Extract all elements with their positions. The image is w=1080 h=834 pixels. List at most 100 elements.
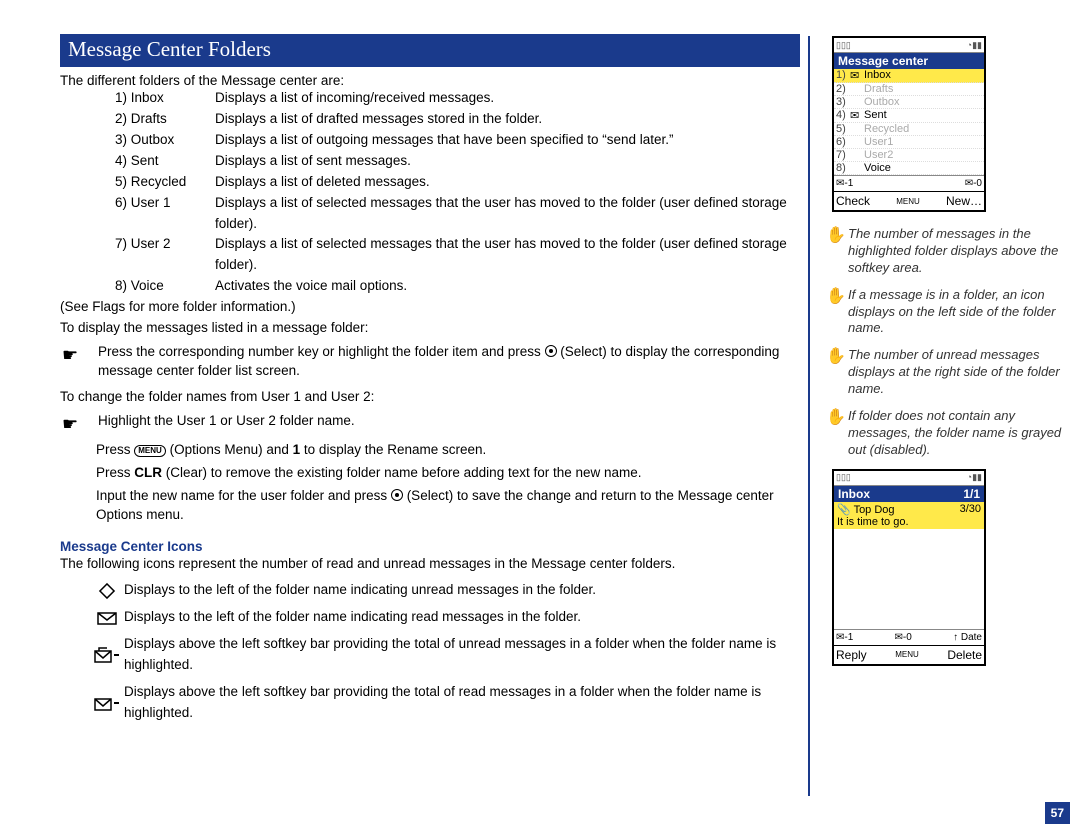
note-text: If folder does not contain any messages,… bbox=[848, 408, 1066, 459]
list-num: 1) bbox=[836, 69, 850, 82]
folder-desc: Displays a list of selected messages tha… bbox=[215, 234, 800, 276]
icon-desc: Displays above the left softkey bar prov… bbox=[124, 634, 800, 676]
step-part: Input the new name for the user folder a… bbox=[96, 488, 391, 503]
folder-desc: Displays a list of outgoing messages tha… bbox=[215, 130, 800, 151]
phone-screenshot-inbox: ▯▯▯◔▮▮ Inbox 1/1 📎 Top Dog 3/30 It is ti… bbox=[832, 469, 986, 666]
icon-desc: Displays to the left of the folder name … bbox=[124, 607, 800, 628]
softkey-mid: MENU bbox=[896, 197, 920, 206]
list-label: User2 bbox=[864, 149, 982, 161]
softkey-right: Delete bbox=[947, 648, 982, 662]
message-item: 📎 Top Dog 3/30 It is time to go. bbox=[834, 502, 984, 529]
read-total-icon bbox=[90, 682, 124, 724]
folder-desc: Displays a list of selected messages tha… bbox=[215, 193, 800, 235]
msg-from: Top Dog bbox=[854, 504, 895, 516]
note-icon: ✋ bbox=[826, 287, 848, 338]
folder-num: 1) Inbox bbox=[115, 88, 215, 109]
menu-key-icon: MENU bbox=[134, 445, 166, 457]
step-part-bold: CLR bbox=[134, 465, 162, 480]
phone-softkeys: Check MENU New… bbox=[834, 191, 984, 210]
step-part: (Clear) to remove the existing folder na… bbox=[162, 465, 642, 480]
read-envelope-icon bbox=[90, 607, 124, 628]
foot-right: ✉-0 bbox=[965, 178, 982, 189]
unread-diamond-icon bbox=[90, 580, 124, 601]
bullet-text: Press the corresponding number key or hi… bbox=[98, 343, 800, 381]
phone-footer: ✉-1 ✉-0 ↑ Date bbox=[834, 629, 984, 645]
step-part: Press bbox=[96, 465, 134, 480]
folder-num: 4) Sent bbox=[115, 151, 215, 172]
foot-mid: ✉-0 bbox=[895, 632, 912, 643]
list-label: Drafts bbox=[864, 83, 982, 95]
softkey-left: Reply bbox=[836, 648, 867, 662]
see-flags: (See Flags for more folder information.) bbox=[60, 297, 800, 318]
note-text: The number of messages in the highlighte… bbox=[848, 226, 1066, 277]
phone-title-text: Message center bbox=[838, 54, 928, 68]
substep-text: Press CLR (Clear) to remove the existing… bbox=[96, 464, 800, 483]
softkey-mid: MENU bbox=[895, 650, 919, 659]
note-icon: ✋ bbox=[826, 408, 848, 459]
note-text: The number of unread messages displays a… bbox=[848, 347, 1066, 398]
hand-bullet-icon: ☛ bbox=[60, 412, 98, 437]
list-label: Inbox bbox=[864, 69, 982, 82]
step-part: Press bbox=[96, 442, 134, 457]
phone-screenshot-message-center: ▯▯▯◔▮▮ Message center 1)✉Inbox 2)Drafts … bbox=[832, 36, 986, 212]
foot-left: ✉-1 bbox=[836, 178, 853, 189]
foot-left: ✉-1 bbox=[836, 632, 853, 643]
list-num: 5) bbox=[836, 123, 850, 135]
envelope-icon: ✉ bbox=[850, 69, 864, 82]
list-num: 2) bbox=[836, 83, 850, 95]
substep-text: Press MENU (Options Menu) and 1 to displ… bbox=[96, 441, 800, 460]
list-num: 6) bbox=[836, 136, 850, 148]
foot-right: ↑ Date bbox=[953, 632, 982, 643]
list-label: User1 bbox=[864, 136, 982, 148]
bullet-text: Highlight the User 1 or User 2 folder na… bbox=[98, 412, 800, 437]
softkey-right: New… bbox=[946, 194, 982, 208]
folder-num: 6) User 1 bbox=[115, 193, 215, 235]
bullet-part: Press the corresponding number key or hi… bbox=[98, 344, 545, 359]
folder-num: 2) Drafts bbox=[115, 109, 215, 130]
phone-status-bar: ▯▯▯◔▮▮ bbox=[834, 38, 984, 53]
folder-num: 3) Outbox bbox=[115, 130, 215, 151]
folder-desc: Displays a list of incoming/received mes… bbox=[215, 88, 800, 109]
note-icon: ✋ bbox=[826, 347, 848, 398]
note-icon: ✋ bbox=[826, 226, 848, 277]
list-label: Voice bbox=[864, 162, 982, 174]
icon-desc: Displays above the left softkey bar prov… bbox=[124, 682, 800, 724]
envelope-icon: ✉ bbox=[850, 109, 864, 122]
hand-bullet-icon: ☛ bbox=[60, 343, 98, 381]
column-divider bbox=[808, 36, 810, 796]
step-part: (Options Menu) and bbox=[166, 442, 293, 457]
msg-count: 3/30 bbox=[960, 503, 981, 516]
to-change-heading: To change the folder names from User 1 a… bbox=[60, 387, 800, 408]
list-num: 4) bbox=[836, 109, 850, 122]
list-label: Sent bbox=[864, 109, 982, 122]
intro-text: The different folders of the Message cen… bbox=[60, 73, 800, 88]
note-text: If a message is in a folder, an icon dis… bbox=[848, 287, 1066, 338]
phone-title-count: 1/1 bbox=[963, 487, 980, 501]
phone-title: Inbox 1/1 bbox=[834, 486, 984, 502]
folder-desc: Displays a list of deleted messages. bbox=[215, 172, 800, 193]
folder-desc: Displays a list of sent messages. bbox=[215, 151, 800, 172]
msg-body: It is time to go. bbox=[837, 516, 981, 528]
icons-intro: The following icons represent the number… bbox=[60, 554, 800, 575]
softkey-left: Check bbox=[836, 194, 870, 208]
substep-text: Input the new name for the user folder a… bbox=[96, 487, 800, 525]
icons-heading: Message Center Icons bbox=[60, 539, 800, 554]
section-title: Message Center Folders bbox=[60, 34, 800, 67]
phone-title: Message center bbox=[834, 53, 984, 69]
page-number: 57 bbox=[1045, 802, 1070, 824]
phone-softkeys: Reply MENU Delete bbox=[834, 645, 984, 664]
step-part: to display the Rename screen. bbox=[300, 442, 486, 457]
list-label: Outbox bbox=[864, 96, 982, 108]
list-num: 8) bbox=[836, 162, 850, 174]
folder-num: 7) User 2 bbox=[115, 234, 215, 276]
attachment-icon: 📎 bbox=[837, 504, 851, 516]
folder-num: 8) Voice bbox=[115, 276, 215, 297]
phone-title-text: Inbox bbox=[838, 487, 870, 501]
icon-desc: Displays to the left of the folder name … bbox=[124, 580, 800, 601]
folder-desc: Displays a list of drafted messages stor… bbox=[215, 109, 800, 130]
select-key-icon bbox=[545, 345, 557, 357]
list-num: 3) bbox=[836, 96, 850, 108]
phone-status-bar: ▯▯▯◔▮▮ bbox=[834, 471, 984, 486]
phone-footer: ✉-1 ✉-0 bbox=[834, 175, 984, 191]
folder-num: 5) Recycled bbox=[115, 172, 215, 193]
